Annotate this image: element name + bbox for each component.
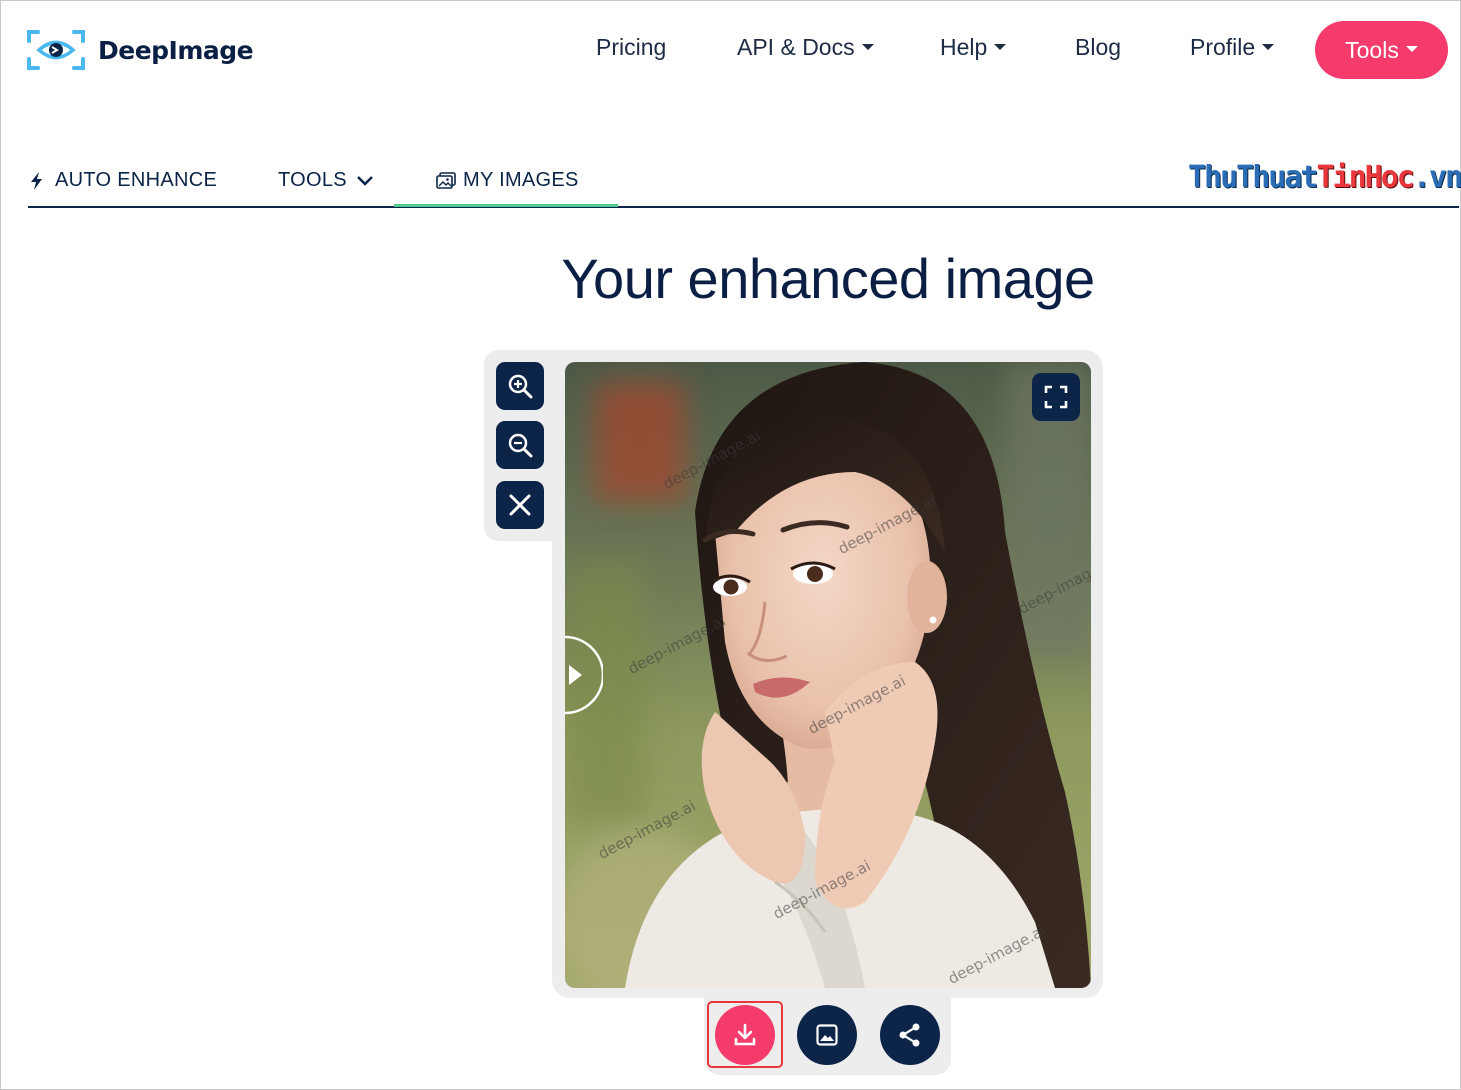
nav-blog[interactable]: Blog [1075,34,1121,61]
main-nav: Pricing API & Docs Help Blog Profile [0,34,1461,70]
nav-pricing[interactable]: Pricing [596,34,666,61]
download-icon [734,1023,756,1046]
nav-pricing-label: Pricing [596,34,667,60]
zoom-out-button[interactable] [496,421,544,469]
tab-auto-enhance[interactable]: AUTO ENHANCE [28,169,217,192]
gallery-icon [436,171,456,189]
zoom-in-button[interactable] [496,362,544,410]
nav-api-docs-label: API & Docs [737,34,855,60]
nav-api-docs[interactable]: API & Docs [737,34,874,61]
tools-dropdown-button[interactable]: Tools [1315,21,1448,79]
close-viewer-button[interactable] [496,481,544,529]
fullscreen-icon [1044,385,1068,409]
enhanced-image[interactable]: deep-image.ai deep-image.ai deep-image.a… [565,362,1091,988]
share-icon [899,1023,920,1047]
watermark-part2: TinHoc [1316,160,1415,195]
share-button[interactable] [880,1005,940,1065]
download-button[interactable] [715,1005,775,1065]
site-watermark: ThuThuatTinHoc.vn [1188,160,1461,195]
caret-down-icon [994,43,1007,50]
fullscreen-button[interactable] [1032,373,1080,421]
caret-down-icon [1262,43,1275,50]
active-tab-indicator [394,204,618,207]
view-image-button[interactable] [797,1005,857,1065]
caret-down-icon [1405,46,1418,52]
watermark-part3: .vn [1412,160,1461,195]
nav-help-label: Help [940,34,988,60]
page-title: Your enhanced image [561,247,1095,310]
image-icon [816,1024,838,1046]
caret-down-icon [861,43,874,50]
nav-blog-label: Blog [1075,34,1122,60]
tab-tools[interactable]: TOOLS [278,169,374,192]
nav-help[interactable]: Help [940,34,1007,61]
tab-auto-enhance-label: AUTO ENHANCE [55,169,218,191]
tab-my-images[interactable]: MY IMAGES [436,169,579,192]
bolt-icon [31,171,42,190]
tab-tools-label: TOOLS [278,169,347,191]
tools-button-label: Tools [1345,36,1399,63]
zoom-in-icon [508,374,533,399]
tab-my-images-label: MY IMAGES [463,169,579,191]
nav-profile-label: Profile [1190,34,1256,60]
nav-profile[interactable]: Profile [1190,34,1275,61]
zoom-out-icon [508,433,533,458]
chevron-down-icon [357,175,373,186]
play-right-icon [569,665,582,685]
close-icon [509,494,531,516]
watermark-part1: ThuThuat [1188,160,1318,195]
compare-slider-handle[interactable] [527,635,603,715]
